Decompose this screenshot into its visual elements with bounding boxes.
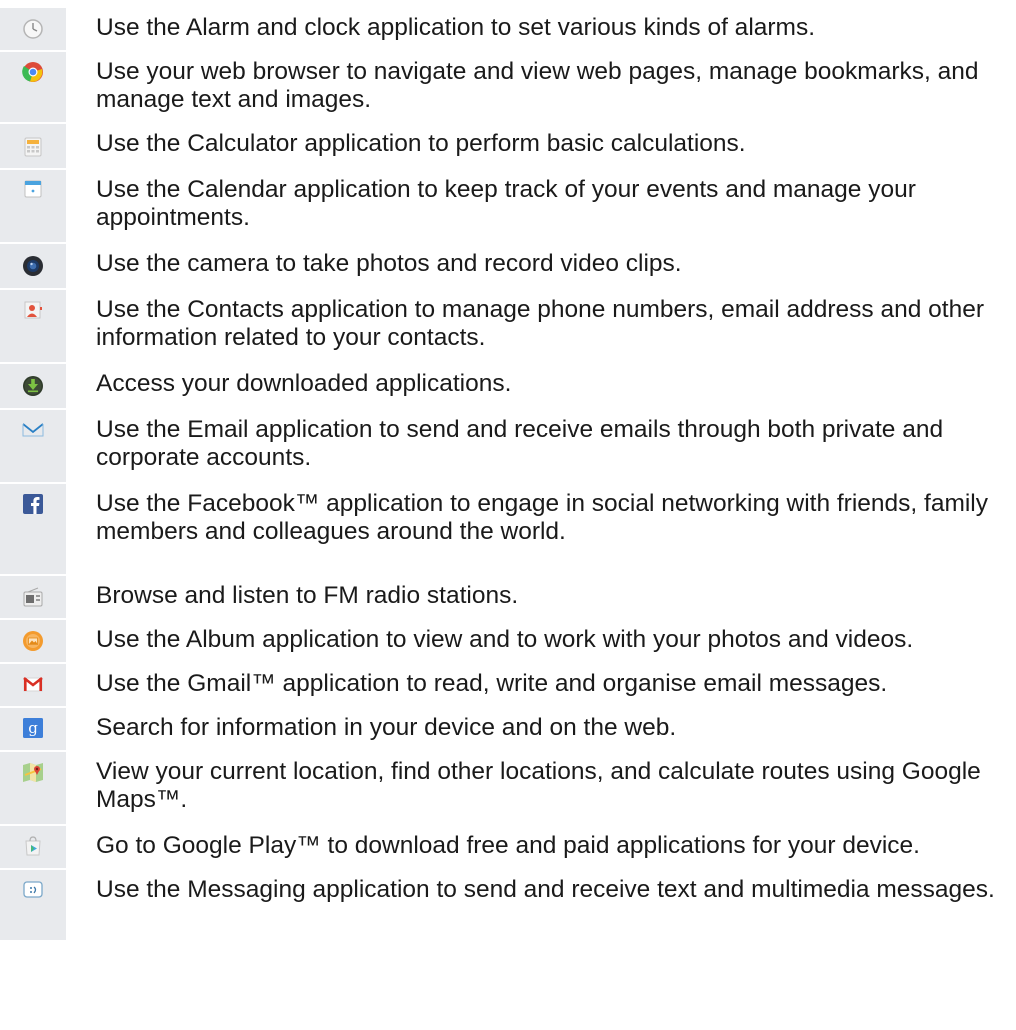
icon-cell bbox=[0, 364, 66, 408]
app-description: Use the Album application to view and to… bbox=[96, 626, 914, 653]
icon-cell bbox=[0, 752, 66, 824]
app-description: Access your downloaded applications. bbox=[96, 370, 512, 397]
list-item: View your current location, find other l… bbox=[0, 752, 1016, 824]
play-store-icon bbox=[25, 836, 41, 856]
app-description: Use the Gmail™ application to read, writ… bbox=[96, 670, 888, 697]
app-description: Search for information in your device an… bbox=[96, 714, 677, 741]
app-description: Browse and listen to FM radio stations. bbox=[96, 582, 519, 609]
list-item: Use the Album application to view and to… bbox=[0, 620, 1016, 662]
app-description: Use the Calendar application to keep tra… bbox=[96, 176, 916, 231]
calculator-icon bbox=[24, 137, 42, 157]
icon-cell bbox=[0, 244, 66, 288]
list-item: Use the Messaging application to send an… bbox=[0, 870, 1016, 940]
app-description: Use the Alarm and clock application to s… bbox=[96, 14, 816, 41]
icon-cell bbox=[0, 620, 66, 662]
camera-icon bbox=[23, 256, 43, 276]
maps-icon bbox=[23, 763, 43, 782]
app-description: Use the Email application to send and re… bbox=[96, 416, 944, 471]
icon-cell bbox=[0, 290, 66, 362]
list-item: Use the Calendar application to keep tra… bbox=[0, 170, 1016, 242]
list-item: Use the Alarm and clock application to s… bbox=[0, 8, 1016, 50]
icon-cell bbox=[0, 576, 66, 618]
downloads-icon bbox=[23, 376, 43, 396]
email-icon bbox=[22, 423, 44, 437]
list-item: Browse and listen to FM radio stations. bbox=[0, 576, 1016, 618]
list-item: Use the Email application to send and re… bbox=[0, 410, 1016, 482]
list-item: Use the Contacts application to manage p… bbox=[0, 290, 1016, 362]
svg-text:g: g bbox=[28, 719, 38, 737]
calendar-icon bbox=[24, 180, 42, 198]
icon-cell bbox=[0, 52, 66, 122]
list-item: Use the Facebook™ application to engage … bbox=[0, 484, 1016, 574]
icon-cell: g bbox=[0, 708, 66, 750]
app-description: Use the Contacts application to manage p… bbox=[96, 296, 984, 351]
list-item: Access your downloaded applications. bbox=[0, 364, 1016, 408]
app-description: Use the camera to take photos and record… bbox=[96, 250, 682, 277]
icon-cell bbox=[0, 826, 66, 868]
fm-radio-icon bbox=[23, 587, 43, 607]
icon-cell bbox=[0, 170, 66, 242]
app-description: Go to Google Play™ to download free and … bbox=[96, 832, 920, 859]
app-description: Use the Messaging application to send an… bbox=[96, 876, 995, 903]
web-browser-icon bbox=[22, 62, 43, 82]
app-description: Use your web browser to navigate and vie… bbox=[96, 58, 979, 113]
list-item: Use the Gmail™ application to read, writ… bbox=[0, 664, 1016, 706]
icon-cell bbox=[0, 410, 66, 482]
list-item: Use the Calculator application to perfor… bbox=[0, 124, 1016, 168]
gmail-icon bbox=[23, 676, 43, 692]
icon-cell bbox=[0, 124, 66, 168]
contacts-icon bbox=[24, 301, 42, 319]
app-description: Use the Calculator application to perfor… bbox=[96, 130, 746, 157]
list-item: g Search for information in your device … bbox=[0, 708, 1016, 750]
messaging-icon bbox=[23, 881, 43, 898]
list-item: Use the camera to take photos and record… bbox=[0, 244, 1016, 288]
app-description: Use the Facebook™ application to engage … bbox=[96, 490, 989, 545]
icon-cell bbox=[0, 8, 66, 50]
icon-cell bbox=[0, 664, 66, 706]
alarm-clock-icon bbox=[23, 19, 43, 39]
icon-cell bbox=[0, 484, 66, 574]
icon-cell bbox=[0, 870, 66, 940]
app-description: View your current location, find other l… bbox=[96, 758, 981, 813]
facebook-icon bbox=[23, 494, 43, 514]
list-item: Go to Google Play™ to download free and … bbox=[0, 826, 1016, 868]
google-search-icon: g bbox=[23, 718, 43, 738]
album-icon bbox=[23, 631, 43, 651]
list-item: Use your web browser to navigate and vie… bbox=[0, 52, 1016, 122]
